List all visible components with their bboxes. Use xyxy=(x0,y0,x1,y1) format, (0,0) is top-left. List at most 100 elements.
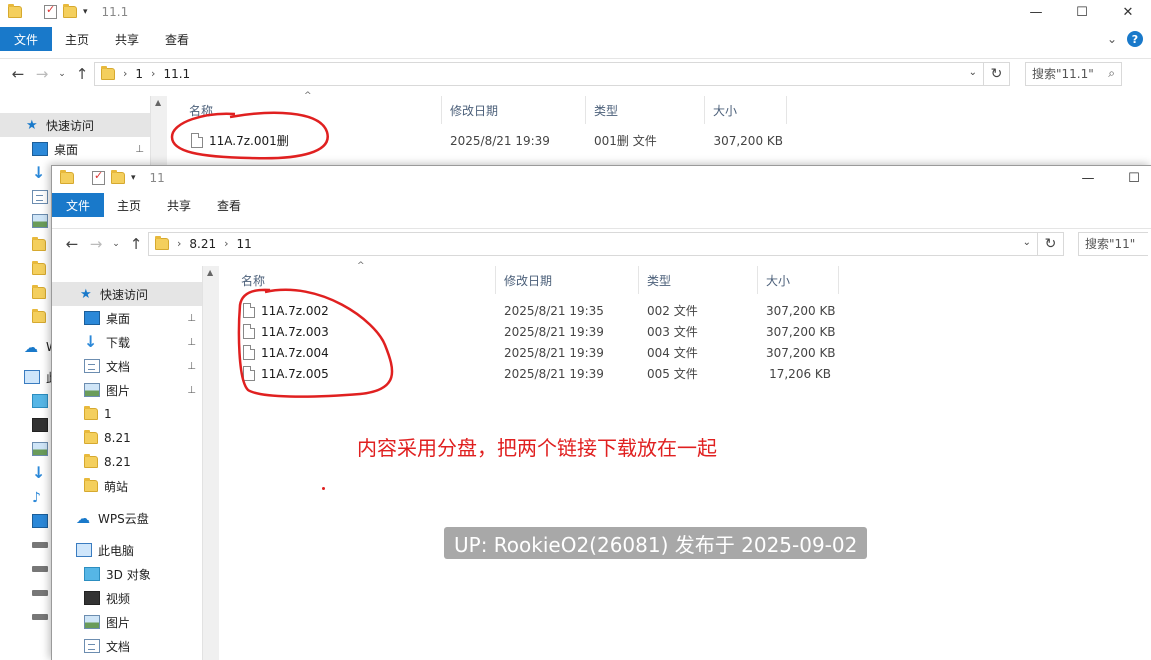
file-date: 2025/8/21 19:39 xyxy=(504,324,604,339)
nav-item[interactable]: 8.21 xyxy=(52,426,202,450)
search-placeholder: 搜索"11.1" xyxy=(1032,67,1094,81)
nav-item[interactable]: 文档 ⊥ xyxy=(52,354,202,378)
up-arrow-icon[interactable]: ↑ xyxy=(124,235,148,253)
file-row[interactable]: 11A.7z.004 2025/8/21 19:39 004 文件 307,200 K… xyxy=(219,342,839,363)
tab-view[interactable]: 查看 xyxy=(152,27,202,51)
window-controls: — ☐ xyxy=(1065,166,1151,190)
breadcrumb-item[interactable]: 1 xyxy=(135,67,143,81)
nav-item[interactable]: 桌面 ⊥ xyxy=(52,306,202,330)
file-row[interactable]: 11A.7z.005 2025/8/21 19:39 005 文件 17,206 KB xyxy=(219,363,839,384)
file-icon xyxy=(243,324,255,339)
back-arrow-icon[interactable]: ← xyxy=(6,65,30,83)
upload-watermark: UP: RookieO2(26081) 发布于 2025-09-02 xyxy=(444,527,868,559)
document-icon xyxy=(32,190,48,204)
recent-locations-icon[interactable]: ⌄ xyxy=(108,239,124,249)
file-name-cell: 11A.7z.002 xyxy=(219,303,496,318)
close-button[interactable]: ✕ xyxy=(1105,0,1151,24)
nav-item[interactable]: 8.21 xyxy=(52,450,202,474)
minimize-button[interactable]: — xyxy=(1065,166,1111,190)
file-row[interactable]: 11A.7z.001删 2025/8/21 19:39 001删 文件 307,… xyxy=(167,130,787,151)
quick-access-toolbar: ▾ xyxy=(0,3,88,19)
tab-file[interactable]: 文件 xyxy=(0,27,53,51)
refresh-button[interactable]: ↻ xyxy=(1038,231,1064,256)
nav-item[interactable]: 1 xyxy=(52,402,202,426)
forward-arrow-icon[interactable]: → xyxy=(30,65,54,83)
nav-item[interactable]: 文档 xyxy=(52,634,202,658)
refresh-button[interactable]: ↻ xyxy=(984,61,1010,86)
new-folder-icon[interactable] xyxy=(111,170,125,184)
nav-item[interactable]: 此电脑 xyxy=(52,538,202,562)
nav-label: 萌站 xyxy=(104,479,129,494)
breadcrumb-item[interactable]: 11.1 xyxy=(163,67,190,81)
tab-share[interactable]: 共享 xyxy=(154,193,204,217)
nav-item[interactable]: 视频 xyxy=(52,586,202,610)
search-input[interactable]: 搜索"11.1" ⌕ xyxy=(1025,61,1122,86)
help-icon[interactable]: ? xyxy=(1127,31,1143,47)
address-field[interactable]: › 8.21 › 11 ⌄ xyxy=(148,231,1038,256)
minimize-button[interactable]: — xyxy=(1013,0,1059,24)
properties-icon[interactable] xyxy=(92,169,105,185)
folder-icon xyxy=(84,430,98,444)
picture-icon xyxy=(32,214,48,228)
expand-ribbon-icon[interactable]: ⌄ xyxy=(1107,32,1117,46)
file-row[interactable]: 11A.7z.003 2025/8/21 19:39 003 文件 307,200 K… xyxy=(219,321,839,342)
quick-access-toolbar: ▾ xyxy=(52,169,136,185)
scroll-up-icon[interactable]: ▲ xyxy=(207,268,213,277)
address-field[interactable]: › 1 › 11.1 ⌄ xyxy=(94,61,984,86)
customize-toolbar-icon[interactable]: ▾ xyxy=(83,7,88,17)
scroll-up-icon[interactable]: ▲ xyxy=(155,98,161,107)
column-date[interactable]: 修改日期 xyxy=(496,266,639,294)
breadcrumb-item[interactable]: 8.21 xyxy=(189,237,216,251)
file-name: 11A.7z.004 xyxy=(261,345,329,360)
drive-icon xyxy=(32,590,48,596)
column-date[interactable]: 修改日期 xyxy=(442,96,586,124)
file-icon xyxy=(243,345,255,360)
column-size[interactable]: 大小 xyxy=(705,96,787,124)
tab-home[interactable]: 主页 xyxy=(52,27,102,51)
column-name[interactable]: 名称 ^ xyxy=(167,91,442,124)
properties-icon[interactable] xyxy=(44,3,57,19)
column-type[interactable]: 类型 xyxy=(639,266,758,294)
nav-quick-access[interactable]: ★ 快速访问 xyxy=(0,113,150,137)
tab-share[interactable]: 共享 xyxy=(102,27,152,51)
new-folder-icon[interactable] xyxy=(63,4,77,18)
maximize-button[interactable]: ☐ xyxy=(1059,0,1105,24)
back-arrow-icon[interactable]: ← xyxy=(60,235,84,253)
customize-toolbar-icon[interactable]: ▾ xyxy=(131,173,136,183)
folder-icon xyxy=(32,309,46,323)
chevron-down-icon[interactable]: ⌄ xyxy=(969,67,977,78)
sort-ascending-icon: ^ xyxy=(357,261,365,271)
chevron-down-icon[interactable]: ⌄ xyxy=(1023,237,1031,248)
folder-icon xyxy=(32,285,46,299)
nav-desktop[interactable]: 桌面 ⊥ xyxy=(0,137,150,161)
nav-item[interactable]: ☁ WPS云盘 xyxy=(52,506,202,530)
recent-locations-icon[interactable]: ⌄ xyxy=(54,69,70,79)
red-dot-mark xyxy=(322,487,325,490)
file-type: 004 文件 xyxy=(647,346,698,360)
nav-scrollbar[interactable]: ▲ xyxy=(202,266,219,660)
folder-icon[interactable] xyxy=(8,4,22,18)
breadcrumb-item[interactable]: 11 xyxy=(237,237,252,251)
folder-icon[interactable] xyxy=(60,170,74,184)
column-name[interactable]: 名称 ^ xyxy=(219,261,496,294)
chevron-right-icon: › xyxy=(177,237,182,250)
tab-view[interactable]: 查看 xyxy=(204,193,254,217)
nav-label: 图片 xyxy=(106,383,131,398)
nav-item[interactable]: 图片 xyxy=(52,610,202,634)
nav-item[interactable]: 图片 ⊥ xyxy=(52,378,202,402)
tab-home[interactable]: 主页 xyxy=(104,193,154,217)
nav-item[interactable]: 3D 对象 xyxy=(52,562,202,586)
nav-item[interactable]: ★ 快速访问 xyxy=(52,282,202,306)
file-row[interactable]: 11A.7z.002 2025/8/21 19:35 002 文件 307,200 K… xyxy=(219,300,839,321)
nav-item[interactable]: ↓ 下载 ⊥ xyxy=(52,330,202,354)
search-input[interactable]: 搜索"11" xyxy=(1078,231,1148,256)
nav-item[interactable]: 萌站 xyxy=(52,474,202,498)
nav-label: 文档 xyxy=(106,639,131,654)
forward-arrow-icon[interactable]: → xyxy=(84,235,108,253)
nav-label: 快速访问 xyxy=(100,287,149,302)
up-arrow-icon[interactable]: ↑ xyxy=(70,65,94,83)
maximize-button[interactable]: ☐ xyxy=(1111,166,1151,190)
column-size[interactable]: 大小 xyxy=(758,266,839,294)
column-type[interactable]: 类型 xyxy=(586,96,705,124)
tab-file[interactable]: 文件 xyxy=(52,193,105,217)
